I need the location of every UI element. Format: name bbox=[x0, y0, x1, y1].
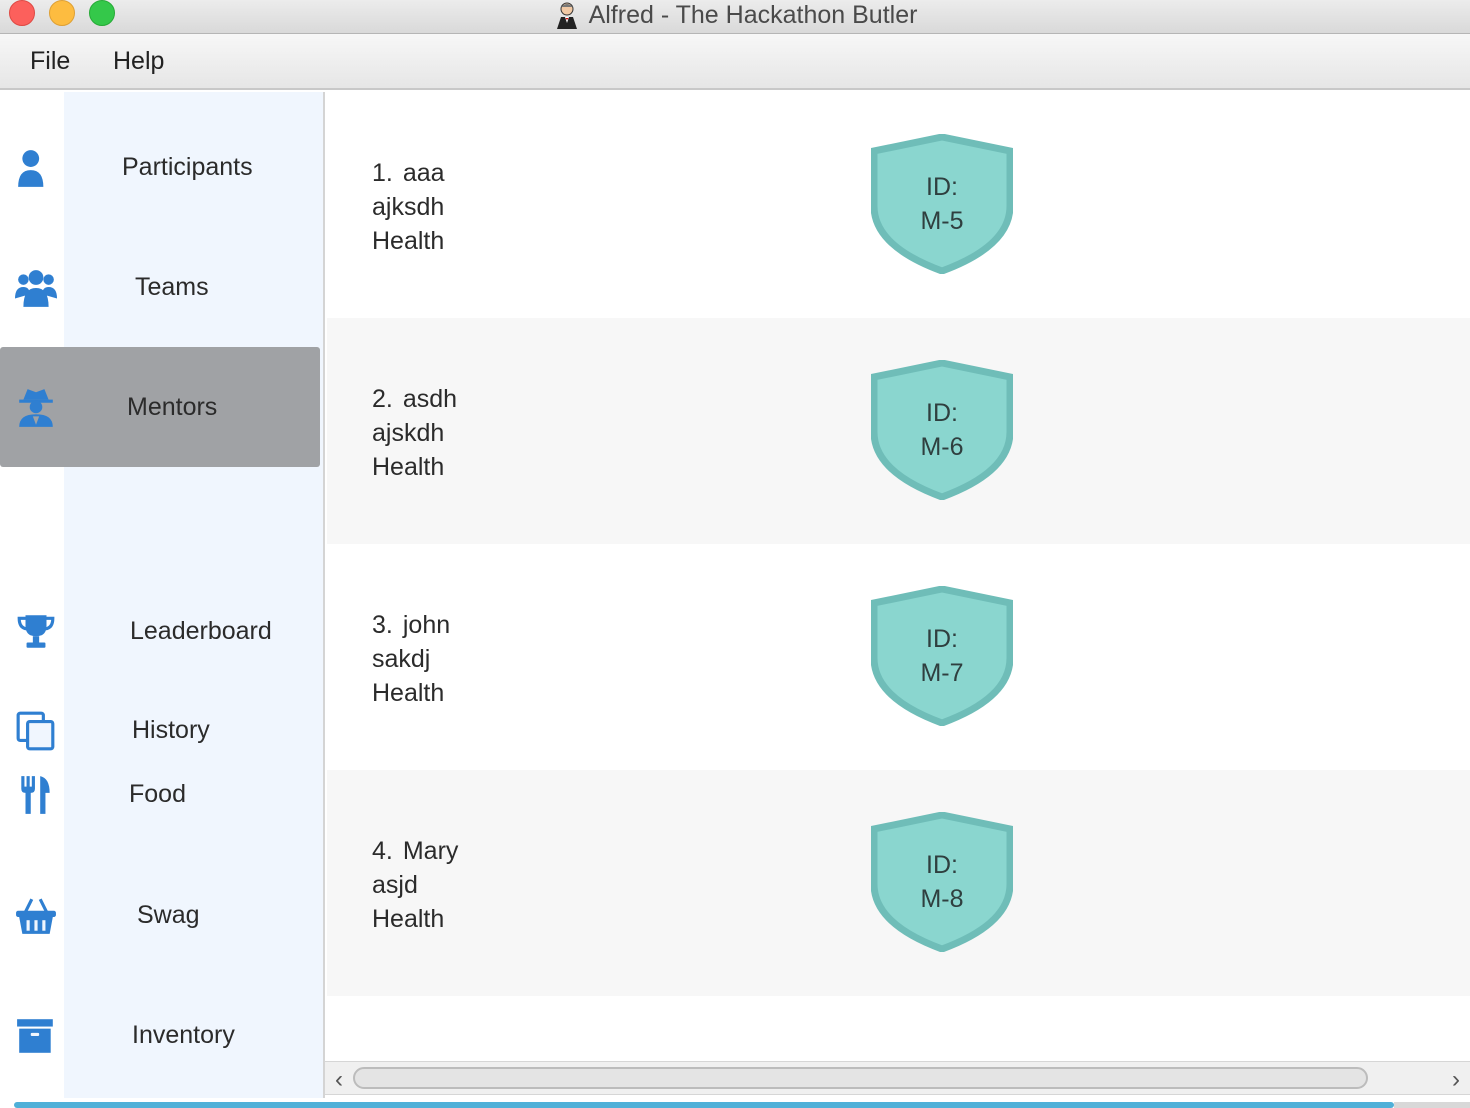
mentor-id: M-8 bbox=[920, 885, 964, 913]
list-item[interactable]: 2. asdh ajskdh Health ID: M-6 bbox=[327, 318, 1470, 544]
sidebar-item-label: Participants bbox=[122, 153, 253, 181]
id-badge: ID: M-6 bbox=[871, 360, 1013, 500]
sidebar-item-label: Leaderboard bbox=[130, 617, 272, 645]
id-label: ID: bbox=[926, 399, 958, 427]
list-item[interactable]: 3. john sakdj Health ID: M-7 bbox=[327, 544, 1470, 770]
menu-file[interactable]: File bbox=[30, 47, 70, 76]
mentor-organization: asjd bbox=[372, 871, 418, 899]
id-badge: ID: M-5 bbox=[871, 134, 1013, 274]
scroll-left-icon[interactable]: ‹ bbox=[327, 1066, 351, 1094]
mentor-organization: ajskdh bbox=[372, 419, 445, 447]
mentor-organization: ajksdh bbox=[372, 193, 445, 221]
mentor-details: 1. aaa ajksdh Health bbox=[372, 156, 445, 258]
sidebar-item-label: Teams bbox=[135, 273, 209, 301]
butler-logo-icon bbox=[556, 2, 577, 29]
sidebar-item-food[interactable]: Food bbox=[0, 736, 320, 836]
mentor-name: john bbox=[402, 611, 451, 639]
id-label: ID: bbox=[926, 173, 958, 201]
sidebar-item-label: Mentors bbox=[127, 393, 218, 421]
title-bar: Alfred - The Hackathon Butler bbox=[0, 0, 1470, 34]
sidebar-item-label: Swag bbox=[137, 901, 200, 929]
sidebar-item-mentors[interactable]: Mentors bbox=[0, 347, 320, 467]
mentor-name: aaa bbox=[402, 159, 445, 187]
mentor-specialisation: Health bbox=[372, 453, 445, 481]
mentor-specialisation: Health bbox=[372, 227, 445, 255]
mentor-index: 1. bbox=[372, 159, 393, 187]
sidebar-item-participants[interactable]: Participants bbox=[0, 107, 320, 227]
menu-help[interactable]: Help bbox=[113, 47, 164, 76]
mentor-organization: sakdj bbox=[372, 645, 431, 673]
menu-bar: File Help bbox=[0, 34, 1470, 90]
window-title-group: Alfred - The Hackathon Butler bbox=[0, 0, 1470, 30]
mentor-id: M-7 bbox=[920, 659, 964, 687]
id-label: ID: bbox=[926, 625, 958, 653]
user-icon bbox=[15, 147, 57, 189]
mentor-index: 4. bbox=[372, 837, 393, 865]
user-secret-icon bbox=[15, 387, 57, 429]
id-badge: ID: M-7 bbox=[871, 586, 1013, 726]
mentor-details: 3. john sakdj Health bbox=[372, 608, 450, 710]
archive-icon bbox=[15, 1015, 57, 1057]
sidebar-item-label: Food bbox=[129, 780, 186, 808]
mentor-details: 2. asdh ajskdh Health bbox=[372, 382, 457, 484]
mentor-id: M-6 bbox=[920, 433, 964, 461]
mentor-id: M-5 bbox=[920, 207, 964, 235]
horizontal-scrollbar[interactable]: ‹ › bbox=[325, 1061, 1470, 1095]
scrollbar-thumb[interactable] bbox=[353, 1067, 1368, 1089]
mentor-name: asdh bbox=[402, 385, 458, 413]
sidebar-item-history[interactable]: History bbox=[0, 672, 320, 751]
id-badge: ID: M-8 bbox=[871, 812, 1013, 952]
window-title: Alfred - The Hackathon Butler bbox=[588, 0, 918, 29]
mentor-name: Mary bbox=[402, 837, 459, 865]
sidebar-item-label: Inventory bbox=[132, 1021, 235, 1049]
mentor-specialisation: Health bbox=[372, 905, 445, 933]
sidebar-item-inventory[interactable]: Inventory bbox=[0, 975, 320, 1095]
scroll-right-icon[interactable]: › bbox=[1444, 1066, 1468, 1094]
sidebar-item-swag[interactable]: Swag bbox=[0, 855, 320, 975]
sidebar-item-teams[interactable]: Teams bbox=[0, 227, 320, 347]
users-icon bbox=[15, 267, 57, 309]
list-item[interactable]: 1. aaa ajksdh Health ID: M-5 bbox=[327, 92, 1470, 318]
mentor-index: 3. bbox=[372, 611, 393, 639]
command-box-button-edge[interactable] bbox=[1394, 1102, 1470, 1108]
basket-icon bbox=[15, 895, 57, 937]
utensils-icon bbox=[15, 774, 57, 816]
sidebar: Participants Teams Mentors Leaderboard H… bbox=[0, 92, 325, 1098]
mentor-index: 2. bbox=[372, 385, 393, 413]
command-box-edge[interactable] bbox=[14, 1102, 1394, 1108]
id-label: ID: bbox=[926, 851, 958, 879]
list-item[interactable]: 4. Mary asjd Health ID: M-8 bbox=[327, 770, 1470, 996]
mentor-specialisation: Health bbox=[372, 679, 445, 707]
mentor-list[interactable]: 1. aaa ajksdh Health ID: M-5 2. asdh ajskdh… bbox=[327, 92, 1470, 1060]
mentor-details: 4. Mary asjd Health bbox=[372, 834, 458, 936]
trophy-icon bbox=[15, 611, 57, 653]
